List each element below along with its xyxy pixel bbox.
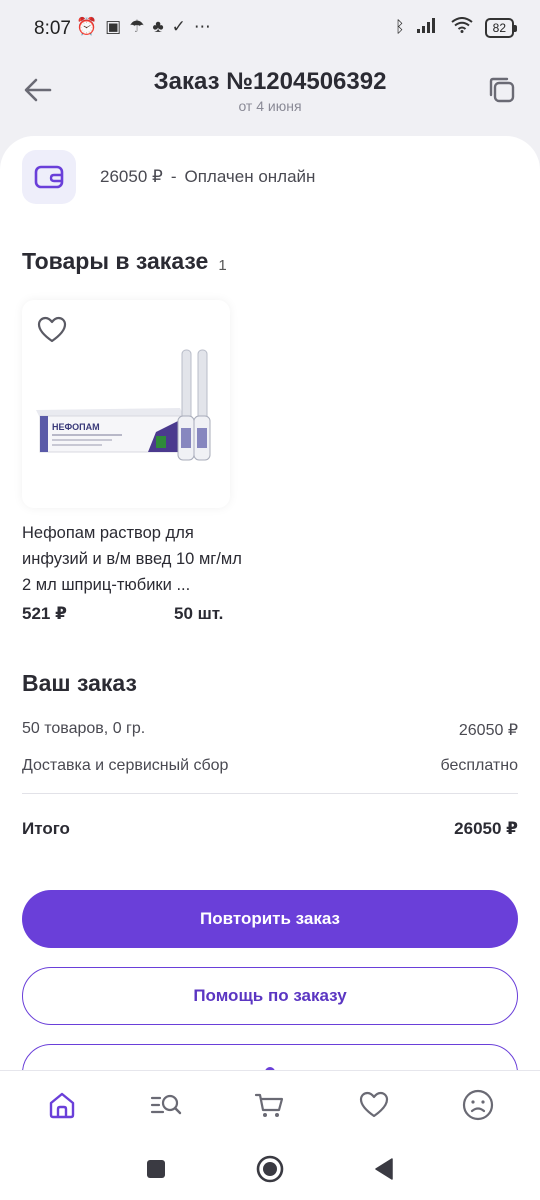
- nav-home[interactable]: [34, 1077, 90, 1133]
- product-quantity: 50 шт.: [174, 604, 224, 623]
- order-date: от 4 июня: [238, 98, 302, 114]
- goods-count: 1: [218, 257, 227, 274]
- alarm-off-icon: ⏰: [76, 17, 98, 36]
- payment-info: 26050 ₽ - Оплачен онлайн: [22, 150, 518, 204]
- square-icon: [147, 1160, 165, 1178]
- summary-total-row: Итого 26050 ₽: [22, 819, 518, 839]
- summary-divider: [22, 793, 518, 794]
- battery-icon: 82: [484, 17, 518, 38]
- summary-delivery-label: Доставка и сервисный сбор: [22, 757, 229, 774]
- summary-delivery-value: бесплатно: [440, 757, 519, 774]
- system-nav-bar: [0, 1138, 540, 1200]
- heart-icon: [37, 316, 67, 343]
- package-label: НЕФОПАМ: [52, 422, 100, 432]
- circle-home-icon: [256, 1155, 284, 1183]
- system-icons: ᛒ 82: [395, 17, 518, 38]
- triangle-back-icon: [375, 1158, 393, 1180]
- bottom-nav: [0, 1070, 540, 1138]
- check-circle-icon: ✓: [171, 17, 186, 36]
- goods-section-title: Товары в заказе 1: [22, 248, 227, 275]
- nav-catalog[interactable]: [138, 1077, 194, 1133]
- bluetooth-icon: ᛒ: [395, 18, 405, 36]
- payment-status: Оплачен онлайн: [184, 167, 316, 186]
- home-system-button[interactable]: [255, 1154, 285, 1184]
- signal-icon: [416, 17, 439, 38]
- goods-title-text: Товары в заказе: [22, 248, 209, 274]
- summary-items-row: 50 товаров, 0 гр. 26050 ₽: [22, 720, 518, 740]
- copy-button[interactable]: [486, 74, 518, 106]
- cart-icon: [254, 1093, 284, 1117]
- summary-delivery-row: Доставка и сервисный сбор бесплатно: [22, 757, 518, 775]
- product-name[interactable]: Нефопам раствор для инфузий и в/м введ 1…: [22, 520, 242, 598]
- back-system-button[interactable]: [369, 1154, 399, 1184]
- recents-button[interactable]: [141, 1154, 171, 1184]
- nav-profile[interactable]: [450, 1077, 506, 1133]
- order-title: Заказ №1204506392: [153, 68, 387, 95]
- summary-total-label: Итого: [22, 819, 70, 838]
- summary-total-value: 26050 ₽: [454, 819, 518, 838]
- favorite-button[interactable]: [36, 314, 68, 346]
- profile-icon: [462, 1089, 494, 1120]
- summary-title: Ваш заказ: [22, 670, 137, 696]
- nfc-icon: ▣: [105, 17, 122, 36]
- wifi-icon: [451, 17, 473, 38]
- summary-items-label: 50 товаров, 0 гр.: [22, 720, 146, 737]
- order-header: Заказ №1204506392 от 4 июня: [0, 58, 540, 138]
- nav-favorites[interactable]: [346, 1077, 402, 1133]
- umbrella-icon: ☂: [129, 17, 145, 36]
- favorites-icon: [359, 1091, 389, 1117]
- notification-icons: ⏰ ▣ ☂ ♣ ✓ ⋯: [76, 17, 211, 37]
- more-dots-icon: ⋯: [193, 17, 211, 36]
- product-image: НЕФОПАМ: [30, 328, 230, 478]
- payment-separator: -: [170, 167, 177, 186]
- catalog-search-icon: [150, 1094, 182, 1114]
- status-time: 8:07: [34, 18, 71, 39]
- partial-button[interactable]: [22, 1044, 518, 1070]
- product-card[interactable]: НЕФОПАМ: [22, 300, 230, 508]
- product-price: 521 ₽: [22, 604, 67, 623]
- order-details: 26050 ₽ - Оплачен онлайн Товары в заказе…: [0, 136, 540, 1070]
- app-notification-icon: ♣: [152, 17, 164, 36]
- home-icon: [49, 1092, 75, 1118]
- copy-icon: [489, 77, 515, 103]
- repeat-order-button[interactable]: Повторить заказ: [22, 890, 518, 948]
- nav-cart[interactable]: [242, 1077, 298, 1133]
- summary-items-value: 26050 ₽: [458, 722, 518, 739]
- wallet-icon: [22, 150, 76, 204]
- order-help-button[interactable]: Помощь по заказу: [22, 967, 518, 1025]
- status-bar: 8:07 ⏰ ▣ ☂ ♣ ✓ ⋯ ᛒ 82: [0, 0, 540, 58]
- payment-amount: 26050 ₽: [100, 167, 163, 186]
